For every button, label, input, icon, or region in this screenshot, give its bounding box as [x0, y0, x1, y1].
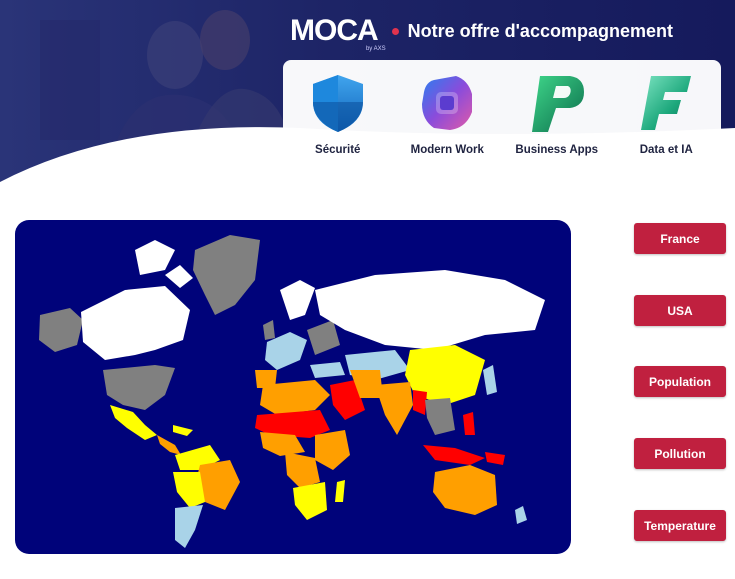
region-caribbean	[173, 425, 193, 436]
region-argentina-chile	[175, 505, 203, 548]
offer-data-ia[interactable]: Data et IA	[616, 72, 716, 156]
offer-business-apps[interactable]: Business Apps	[507, 72, 607, 156]
temperature-button[interactable]: Temperature	[634, 510, 726, 541]
region-australia	[433, 465, 497, 515]
region-alaska	[39, 308, 83, 352]
pollution-button[interactable]: Pollution	[634, 438, 726, 469]
region-philippines	[463, 412, 475, 435]
region-madagascar	[335, 480, 345, 502]
region-central-africa	[285, 452, 320, 488]
offer-label: Data et IA	[639, 144, 693, 156]
region-japan-korea	[483, 365, 497, 395]
brand: MOCA by AXS Notre offre d'accompagnement	[290, 14, 673, 52]
choropleth-map	[39, 235, 545, 548]
region-eastern-europe	[307, 320, 340, 355]
region-canada-islands-2	[165, 265, 193, 288]
region-peru-bolivia	[173, 472, 205, 508]
region-uk	[263, 320, 275, 340]
logo-text: MOCA	[290, 14, 379, 47]
region-bangladesh-myanmar	[413, 390, 427, 415]
region-greenland	[193, 235, 260, 315]
offer-security[interactable]: Sécurité	[288, 72, 388, 156]
accent-dot	[391, 27, 399, 35]
region-russia	[315, 270, 545, 350]
region-indonesia	[423, 445, 485, 465]
region-central-america	[157, 435, 181, 455]
offer-label: Modern Work	[410, 144, 484, 156]
region-canada	[81, 286, 190, 360]
header-banner: MOCA by AXS Notre offre d'accompagnement…	[0, 0, 735, 200]
microsoft-365-icon	[422, 76, 473, 130]
region-east-africa	[315, 430, 350, 470]
region-new-zealand	[515, 506, 527, 524]
region-png	[485, 452, 505, 465]
france-button[interactable]: France	[634, 223, 726, 254]
moca-logo: MOCA by AXS	[290, 14, 386, 52]
region-canada-islands	[135, 240, 175, 275]
tagline: Notre offre d'accompagnement	[407, 20, 673, 41]
usa-button[interactable]: USA	[634, 295, 726, 326]
region-north-africa	[260, 380, 330, 415]
offer-label: Sécurité	[315, 144, 361, 156]
population-button[interactable]: Population	[634, 366, 726, 397]
logo-subtext: by AXS	[365, 46, 386, 52]
region-mexico	[110, 405, 157, 440]
region-usa	[103, 365, 175, 410]
region-turkey	[310, 362, 345, 378]
world-map[interactable]	[15, 220, 571, 554]
offer-label: Business Apps	[515, 144, 599, 156]
region-southeast-asia	[425, 398, 455, 435]
security-shield-icon	[312, 75, 363, 132]
region-scandinavia	[280, 280, 315, 320]
offers-panel: Sécurité Modern Work Business Apps Data …	[283, 60, 721, 172]
region-india	[375, 382, 413, 435]
fabric-icon	[641, 76, 692, 130]
power-apps-icon	[531, 76, 584, 132]
region-southern-africa	[293, 482, 327, 520]
offer-modern-work[interactable]: Modern Work	[397, 72, 497, 156]
